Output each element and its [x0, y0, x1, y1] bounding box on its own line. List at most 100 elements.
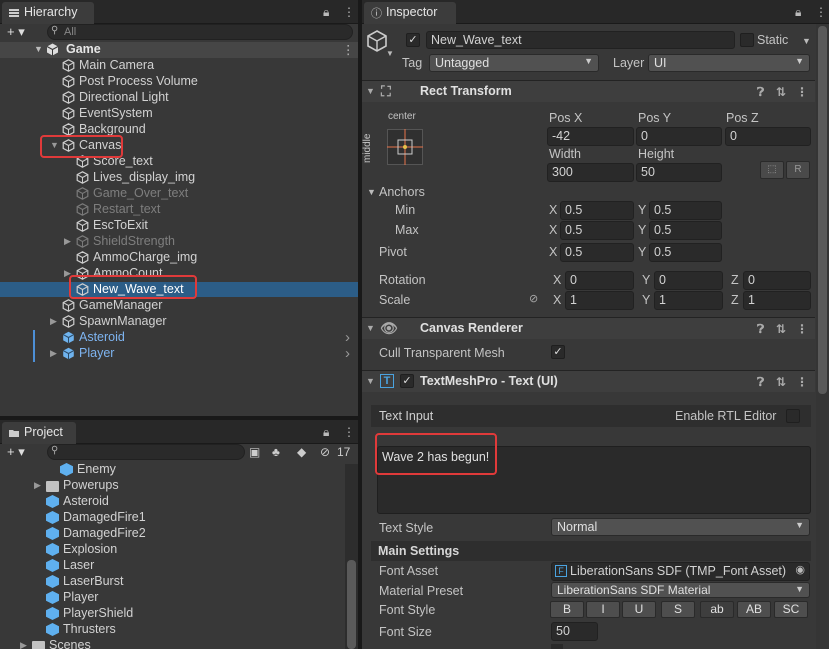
font-asset-field[interactable]: F LiberationSans SDF (TMP_Font Asset) ◉ — [551, 562, 810, 581]
hierarchy-tab[interactable]: Hierarchy — [2, 2, 94, 24]
pivot-y-input[interactable]: 0.5 — [649, 243, 722, 262]
hierarchy-item[interactable]: ▶ ShieldStrength — [0, 234, 358, 250]
project-item[interactable]: Asteroid — [0, 494, 345, 510]
cull-transparent-mesh-checkbox[interactable]: ✓ — [551, 345, 565, 359]
menu-icon[interactable]: ⋮ — [815, 5, 827, 19]
project-item[interactable]: ▶ Scenes — [0, 638, 345, 649]
static-dropdown-arrow[interactable]: ▼ — [802, 36, 811, 46]
font-size-input[interactable]: 50 — [551, 622, 598, 641]
anchor-max-x-input[interactable]: 0.5 — [560, 221, 634, 240]
project-item[interactable]: LaserBurst — [0, 574, 345, 590]
project-item[interactable]: PlayerShield — [0, 606, 345, 622]
project-item[interactable]: Enemy — [0, 462, 345, 478]
prefab-open-chevron-icon[interactable]: › — [345, 329, 350, 346]
collapsed-arrow-icon[interactable]: ▶ — [34, 480, 41, 491]
lock-icon[interactable]: 🔒︎ — [323, 5, 329, 20]
textmeshpro-header[interactable]: ▼ T ✓ TextMeshPro - Text (UI) ❓︎ ⇅ ⋮ — [362, 370, 815, 392]
icon-dropdown-arrow[interactable]: ▼ — [386, 49, 394, 58]
anchor-presets-icon[interactable] — [387, 129, 423, 165]
foldout-arrow-icon[interactable]: ▼ — [366, 86, 375, 96]
add-button[interactable]: + ▾ — [7, 444, 25, 460]
font-style-button-i[interactable]: I — [586, 601, 620, 618]
collapsed-arrow-icon[interactable]: ▶ — [50, 348, 57, 359]
project-item[interactable]: Thrusters — [0, 622, 345, 638]
scale-x-input[interactable]: 1 — [565, 291, 634, 310]
tag-dropdown[interactable]: Untagged ▼ — [429, 54, 599, 72]
presets-icon[interactable]: ⇅ — [776, 375, 786, 389]
inspector-scroll-thumb[interactable] — [818, 26, 827, 394]
canvas-renderer-header[interactable]: ▼ 👁︎ Canvas Renderer ❓︎ ⇅ ⋮ — [362, 317, 815, 339]
anchor-min-x-input[interactable]: 0.5 — [560, 201, 634, 220]
pos-z-input[interactable]: 0 — [725, 127, 811, 146]
object-name-input[interactable]: New_Wave_text — [426, 31, 735, 49]
scene-menu-icon[interactable]: ⋮ — [342, 42, 355, 57]
rotation-x-input[interactable]: 0 — [565, 271, 634, 290]
object-picker-icon[interactable]: ◉ — [795, 563, 805, 576]
hierarchy-item[interactable]: Restart_text — [0, 202, 358, 218]
width-input[interactable]: 300 — [547, 163, 634, 182]
rotation-y-input[interactable]: 0 — [654, 271, 723, 290]
scale-z-input[interactable]: 1 — [743, 291, 811, 310]
search-scope-icon[interactable]: ▣ — [249, 445, 260, 459]
expand-arrow-icon[interactable]: ▼ — [34, 44, 43, 54]
hierarchy-item[interactable]: ▶ Player › — [0, 345, 358, 362]
presets-icon[interactable]: ⇅ — [776, 85, 786, 99]
project-item[interactable]: DamagedFire2 — [0, 526, 345, 542]
pos-x-input[interactable]: -42 — [547, 127, 634, 146]
height-input[interactable]: 50 — [636, 163, 722, 182]
anchor-min-y-input[interactable]: 0.5 — [649, 201, 722, 220]
prefab-open-chevron-icon[interactable]: › — [345, 345, 350, 362]
help-icon[interactable]: ❓︎ — [757, 375, 764, 390]
project-item[interactable]: DamagedFire1 — [0, 510, 345, 526]
font-style-button-sc[interactable]: SC — [774, 601, 808, 618]
hierarchy-item[interactable]: AmmoCharge_img — [0, 250, 358, 266]
component-menu-icon[interactable]: ⋮ — [796, 85, 808, 99]
static-checkbox[interactable] — [740, 33, 754, 47]
anchors-foldout-icon[interactable]: ▼ — [367, 187, 376, 197]
hierarchy-item[interactable]: Lives_display_img — [0, 170, 358, 186]
blueprint-mode-button[interactable]: ⬚ — [760, 161, 784, 179]
collapsed-arrow-icon[interactable]: ▶ — [50, 316, 57, 327]
presets-icon[interactable]: ⇅ — [776, 322, 786, 336]
hierarchy-item[interactable]: Main Camera — [0, 58, 358, 74]
project-item[interactable]: Player — [0, 590, 345, 606]
add-button[interactable]: + ▾ — [7, 24, 25, 40]
hierarchy-item[interactable]: Directional Light — [0, 90, 358, 106]
textmeshpro-enabled-checkbox[interactable]: ✓ — [400, 374, 414, 388]
rect-transform-header[interactable]: ▼ ⛶ Rect Transform ❓︎ ⇅ ⋮ — [362, 80, 815, 102]
project-item[interactable]: Explosion — [0, 542, 345, 558]
scene-row[interactable]: ▼ Game ⋮ — [0, 42, 358, 58]
component-menu-icon[interactable]: ⋮ — [796, 322, 808, 336]
layer-dropdown[interactable]: UI ▼ — [648, 54, 810, 72]
project-item[interactable]: Laser — [0, 558, 345, 574]
help-icon[interactable]: ❓︎ — [757, 322, 764, 337]
text-style-dropdown[interactable]: Normal ▼ — [551, 518, 810, 536]
hierarchy-item[interactable]: EventSystem — [0, 106, 358, 122]
font-style-button-s[interactable]: S — [661, 601, 695, 618]
component-menu-icon[interactable]: ⋮ — [796, 375, 808, 389]
menu-icon[interactable]: ⋮ — [343, 5, 355, 19]
help-icon[interactable]: ❓︎ — [757, 85, 764, 100]
label-filter-icon[interactable]: ◆ — [297, 445, 306, 459]
lock-icon[interactable]: 🔒︎ — [323, 425, 329, 440]
collapsed-arrow-icon[interactable]: ▶ — [20, 640, 27, 649]
foldout-arrow-icon[interactable]: ▼ — [366, 323, 375, 333]
rtl-editor-checkbox[interactable] — [786, 409, 800, 423]
active-checkbox[interactable]: ✓ — [406, 33, 420, 47]
hierarchy-search-input[interactable]: ⚲ All — [47, 24, 353, 40]
project-tab[interactable]: Project — [2, 422, 76, 444]
font-style-button-b[interactable]: B — [550, 601, 584, 618]
collapsed-arrow-icon[interactable]: ▶ — [64, 236, 71, 247]
hierarchy-item[interactable]: Game_Over_text — [0, 186, 358, 202]
pivot-x-input[interactable]: 0.5 — [560, 243, 634, 262]
menu-icon[interactable]: ⋮ — [343, 425, 355, 439]
material-preset-dropdown[interactable]: LiberationSans SDF Material ▼ — [551, 582, 810, 598]
font-style-button-ab[interactable]: AB — [737, 601, 771, 618]
hierarchy-item[interactable]: ▶ SpawnManager — [0, 314, 358, 330]
project-scroll-thumb[interactable] — [347, 560, 356, 649]
type-filter-icon[interactable]: ♣ — [272, 445, 280, 459]
pos-y-input[interactable]: 0 — [636, 127, 722, 146]
raw-edit-button[interactable]: R — [786, 161, 810, 179]
font-style-button-ab[interactable]: ab — [700, 601, 734, 618]
project-item[interactable]: ▶ Powerups — [0, 478, 345, 494]
